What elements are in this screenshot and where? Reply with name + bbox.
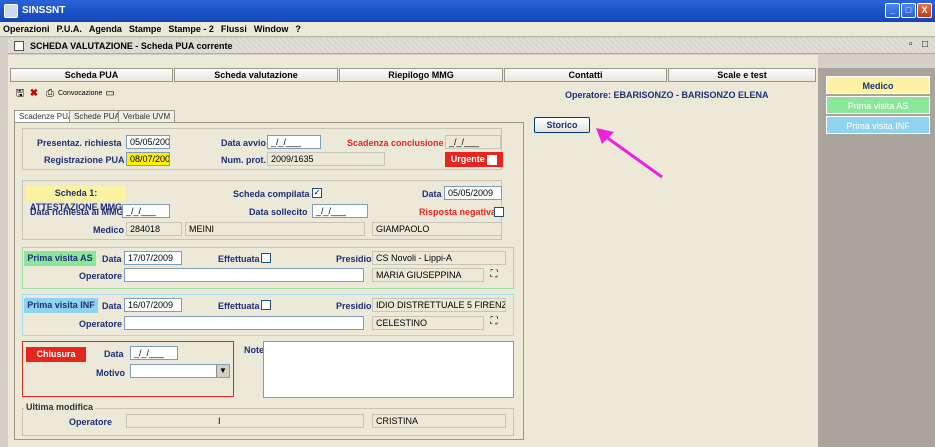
scheda-compilata-label: Scheda compilata xyxy=(233,189,310,199)
menu-stampe[interactable]: Stampe xyxy=(126,22,165,36)
medico-code-field: 284018 xyxy=(126,222,182,236)
visita-as-data-field[interactable]: 17/07/2009 xyxy=(124,251,182,265)
urgente-checkbox[interactable] xyxy=(487,154,498,165)
menu-operazioni[interactable]: Operazioni xyxy=(0,22,53,36)
side-medico-button[interactable]: Medico xyxy=(826,76,930,94)
scheda-compilata-checkbox[interactable]: ✓ xyxy=(312,188,322,198)
medico-surname-field: MEINI xyxy=(185,222,365,236)
minimize-button[interactable]: _ xyxy=(885,3,900,18)
medico-name-field: GIAMPAOLO xyxy=(372,222,502,236)
scadenza-field: _/_/___ xyxy=(445,135,501,149)
registrazione-field[interactable]: 08/07/2009 xyxy=(126,152,170,166)
sollecito-field[interactable]: _/_/___ xyxy=(312,204,368,218)
registrazione-label: Registrazione PUA xyxy=(44,155,125,165)
ultima-operatore-code: I xyxy=(126,414,364,428)
visita-inf-operatore-name: CELESTINO xyxy=(372,316,484,330)
save-icon[interactable]: 🖫 xyxy=(14,88,26,100)
chiusura-badge: Chiusura xyxy=(26,347,86,362)
document-icon[interactable]: ▭ xyxy=(104,88,116,100)
num-prot-label: Num. prot. xyxy=(221,155,266,165)
visita-inf-operatore-label: Operatore xyxy=(79,319,123,329)
visita-inf-badge: Prima visita INF xyxy=(24,298,98,313)
chevron-down-icon[interactable]: ▼ xyxy=(216,365,229,377)
visita-inf-effettuata-label: Effettuata xyxy=(218,301,260,311)
side-prima-visita-as-button[interactable]: Prima visita AS xyxy=(826,96,930,114)
visita-as-presidio-field: CS Novoli - Lippi-A xyxy=(372,251,506,265)
data-avvio-label: Data avvio xyxy=(221,138,267,148)
scadenza-label: Scadenza conclusione xyxy=(347,138,444,148)
ultima-modifica-title: Ultima modifica xyxy=(24,402,96,412)
window-title: SINSSNT xyxy=(22,5,66,16)
tab-scheda-pua[interactable]: Scheda PUA xyxy=(10,68,173,82)
visita-inf-data-field[interactable]: 16/07/2009 xyxy=(124,298,182,312)
binoculars-icon[interactable]: ⛶ xyxy=(487,268,501,282)
visita-as-presidio-label: Presidio xyxy=(336,254,372,264)
visita-as-data-label: Data xyxy=(102,254,122,264)
visita-as-operatore-field[interactable] xyxy=(124,268,364,282)
maximize-frame-icon[interactable]: □ xyxy=(922,39,928,50)
scheda1-data-field[interactable]: 05/05/2009 xyxy=(444,186,502,200)
frame-icon xyxy=(14,41,24,51)
menu-bar: Operazioni P.U.A. Agenda Stampe Stampe - 2 Fl… xyxy=(0,22,935,37)
restore-icon[interactable]: ▫ xyxy=(909,39,913,50)
urgente-badge[interactable]: Urgente xyxy=(445,152,503,167)
presentaz-label: Presentaz. richiesta xyxy=(37,138,122,148)
note-textarea[interactable] xyxy=(263,341,514,398)
ultima-operatore-label: Operatore xyxy=(69,417,113,427)
richiesta-mmg-label: Data richiesta al MMG xyxy=(30,207,124,217)
internal-frame-title: SCHEDA VALUTAZIONE - Scheda PUA corrente… xyxy=(8,38,935,54)
visita-inf-presidio-field: IDIO DISTRETTUALE 5 FIRENZE xyxy=(372,298,506,312)
operator-label: Operatore: EBARISONZO - BARISONZO ELENA xyxy=(565,90,769,100)
menu-pua[interactable]: P.U.A. xyxy=(54,22,85,36)
menu-help[interactable]: ? xyxy=(292,22,304,36)
motivo-label: Motivo xyxy=(96,368,125,378)
arrow-annotation xyxy=(596,128,663,179)
risposta-negativa-label: Risposta negativa xyxy=(419,207,497,217)
convocazione-button[interactable]: Convocazione xyxy=(58,90,102,97)
maximize-button[interactable]: □ xyxy=(901,3,916,18)
data-avvio-field[interactable]: _/_/___ xyxy=(267,135,321,149)
close-button[interactable]: X xyxy=(917,3,932,18)
visita-inf-presidio-label: Presidio xyxy=(336,301,372,311)
chiusura-data-label: Data xyxy=(104,349,124,359)
tab-scale-e-test[interactable]: Scale e test xyxy=(668,68,816,82)
side-prima-visita-inf-button[interactable]: Prima visita INF xyxy=(826,116,930,134)
frame-title: SCHEDA VALUTAZIONE - Scheda PUA corrente xyxy=(30,41,233,51)
scheda1-data-label: Data xyxy=(422,189,442,199)
menu-stampe-2[interactable]: Stampe - 2 xyxy=(165,22,217,36)
menu-flussi[interactable]: Flussi xyxy=(218,22,250,36)
pdf-icon[interactable]: ✖ xyxy=(28,88,40,100)
visita-as-operatore-name: MARIA GIUSEPPINA xyxy=(372,268,484,282)
tab-riepilogo-mmg[interactable]: Riepilogo MMG xyxy=(339,68,503,82)
chiusura-data-field[interactable]: _/_/___ xyxy=(130,346,178,360)
note-label: Note xyxy=(244,345,264,355)
visita-as-effettuata-label: Effettuata xyxy=(218,254,260,264)
ultima-operatore-value: I xyxy=(218,416,221,426)
presentaz-field[interactable]: 05/05/2009 xyxy=(126,135,170,149)
menu-agenda[interactable]: Agenda xyxy=(86,22,125,36)
medico-label: Medico xyxy=(93,225,125,235)
visita-inf-operatore-field[interactable] xyxy=(124,316,364,330)
num-prot-field: 2009/1635 xyxy=(267,152,385,166)
visita-as-badge: Prima visita AS xyxy=(24,251,96,266)
risposta-negativa-checkbox[interactable] xyxy=(494,207,504,217)
app-icon xyxy=(4,4,18,18)
ultima-operatore-name: CRISTINA xyxy=(372,414,506,428)
richiesta-mmg-field[interactable]: _/_/___ xyxy=(122,204,170,218)
menu-window[interactable]: Window xyxy=(251,22,291,36)
storico-button[interactable]: Storico xyxy=(534,117,590,133)
tab-scheda-valutazione[interactable]: Scheda valutazione xyxy=(174,68,338,82)
tab-contatti[interactable]: Contatti xyxy=(504,68,667,82)
visita-as-operatore-label: Operatore xyxy=(79,271,123,281)
binoculars-icon[interactable]: ⛶ xyxy=(487,315,501,329)
print-icon[interactable]: ⎙ xyxy=(44,88,56,100)
title-bar: SINSSNT _ □ X xyxy=(0,0,935,22)
visita-as-effettuata-checkbox[interactable] xyxy=(261,253,271,263)
visita-inf-effettuata-checkbox[interactable] xyxy=(261,300,271,310)
motivo-select[interactable] xyxy=(130,364,230,378)
urgente-label: Urgente xyxy=(450,154,485,164)
sollecito-label: Data sollecito xyxy=(249,207,308,217)
scheda1-badge: Scheda 1: ATTESTAZIONE MMG xyxy=(26,186,126,212)
visita-inf-data-label: Data xyxy=(102,301,122,311)
